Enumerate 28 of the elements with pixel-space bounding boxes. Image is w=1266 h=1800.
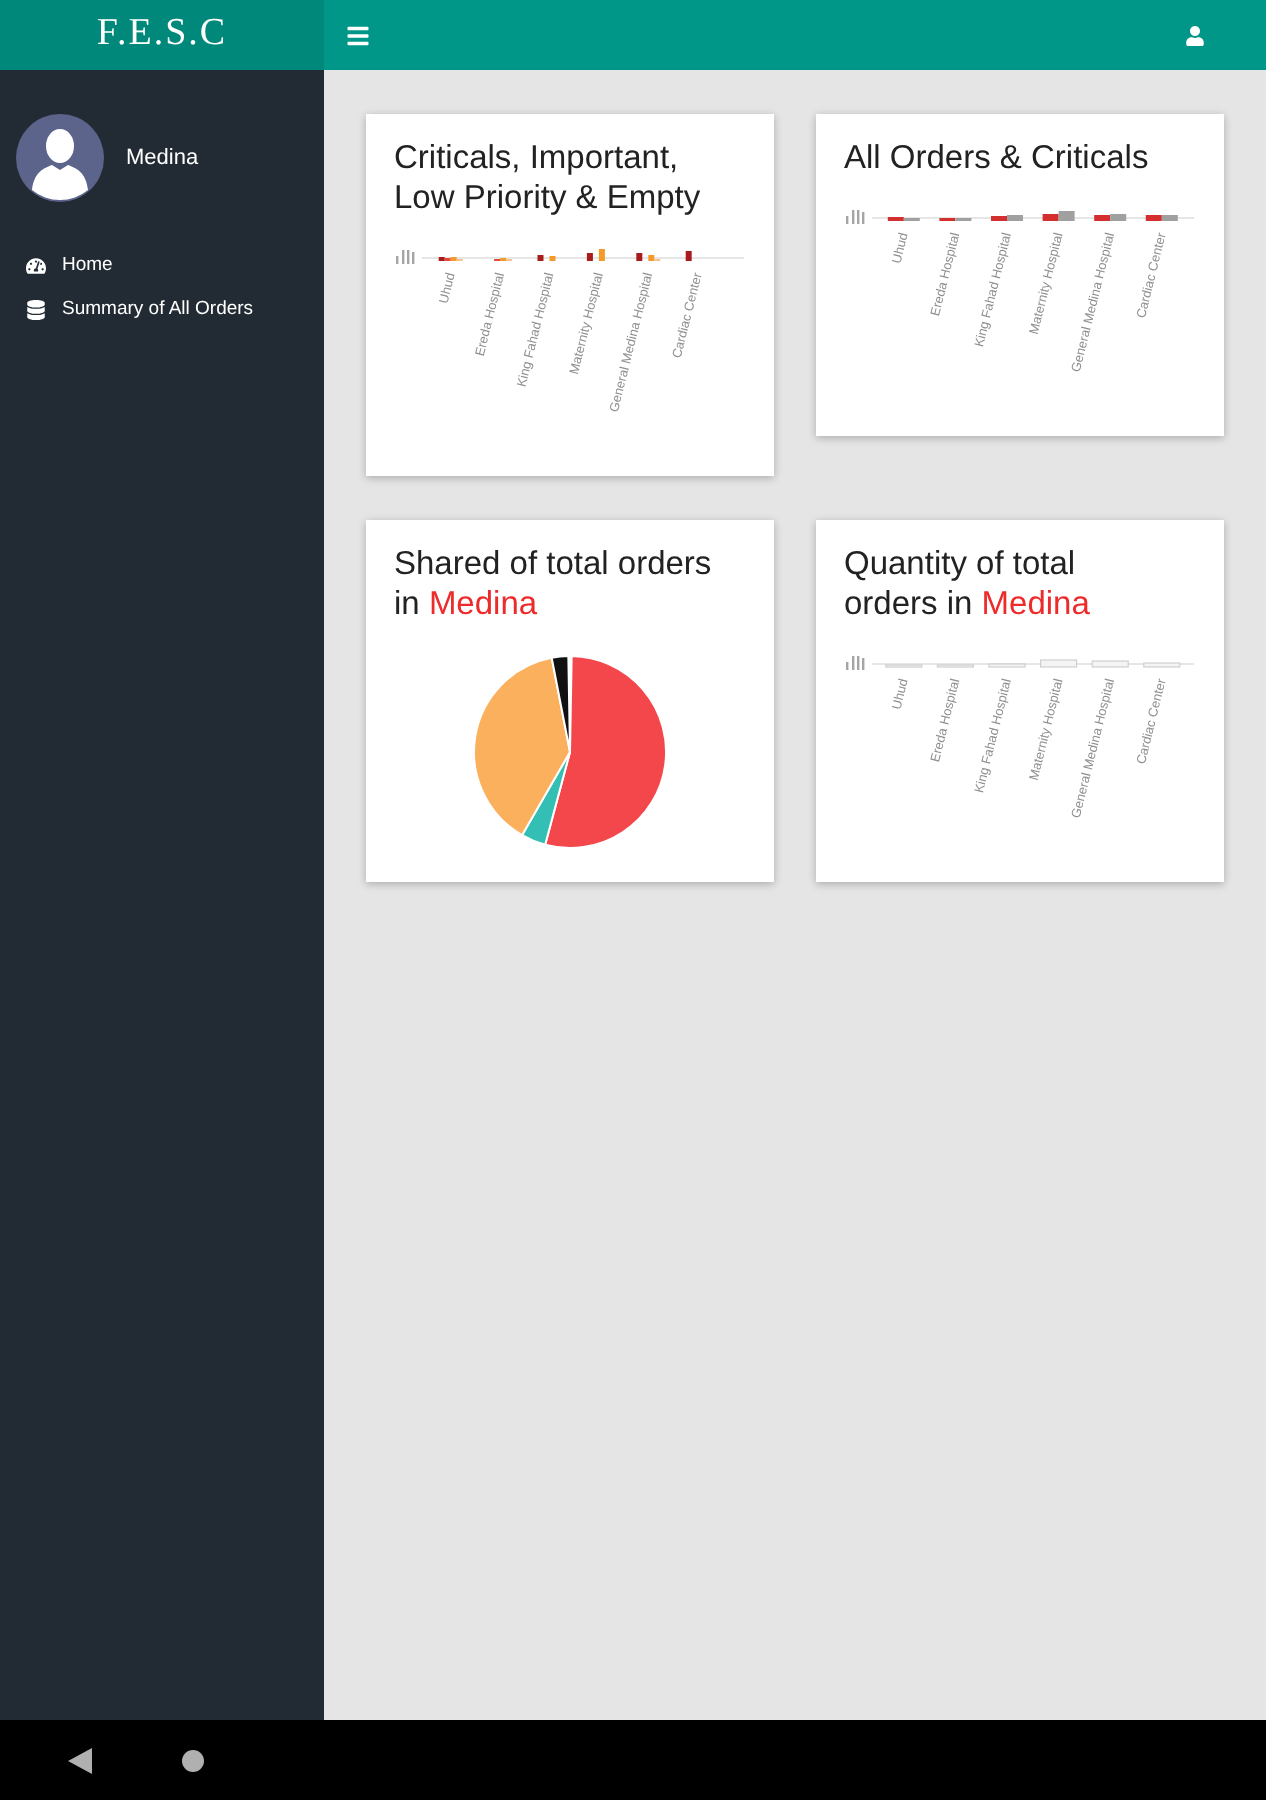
menu-icon[interactable] xyxy=(346,23,370,47)
bar xyxy=(685,251,692,261)
bar xyxy=(537,255,544,261)
card-title: Shared of total orders in Medina xyxy=(394,544,714,624)
card-title: Criticals, Important, Low Priority & Empty xyxy=(394,138,703,218)
bar xyxy=(988,663,1026,668)
app-title: F.E.S.C xyxy=(0,0,324,70)
card-title: All Orders & Criticals xyxy=(844,138,1151,178)
sidebar-item[interactable]: Summary of All Orders xyxy=(0,288,324,332)
bar xyxy=(636,253,643,261)
user-icon[interactable] xyxy=(1186,25,1204,45)
bar xyxy=(1091,660,1129,668)
axis-ticks-icon xyxy=(846,210,865,224)
bar xyxy=(1040,659,1078,668)
dashboard-icon xyxy=(26,256,46,276)
avatar-icon xyxy=(16,114,104,202)
bar xyxy=(1143,662,1181,668)
bar xyxy=(598,249,605,261)
sidebar-item[interactable]: Home xyxy=(0,244,324,288)
axis-ticks-icon xyxy=(396,250,415,264)
user-name: Medina xyxy=(126,143,199,174)
database-icon xyxy=(26,300,46,320)
back-icon[interactable] xyxy=(68,1747,92,1773)
axis-ticks-icon xyxy=(846,656,865,670)
home-icon[interactable] xyxy=(182,1749,204,1771)
bar xyxy=(549,256,556,261)
bar xyxy=(586,253,593,261)
card-title: Quantity of total orders in Medina xyxy=(844,544,1092,624)
